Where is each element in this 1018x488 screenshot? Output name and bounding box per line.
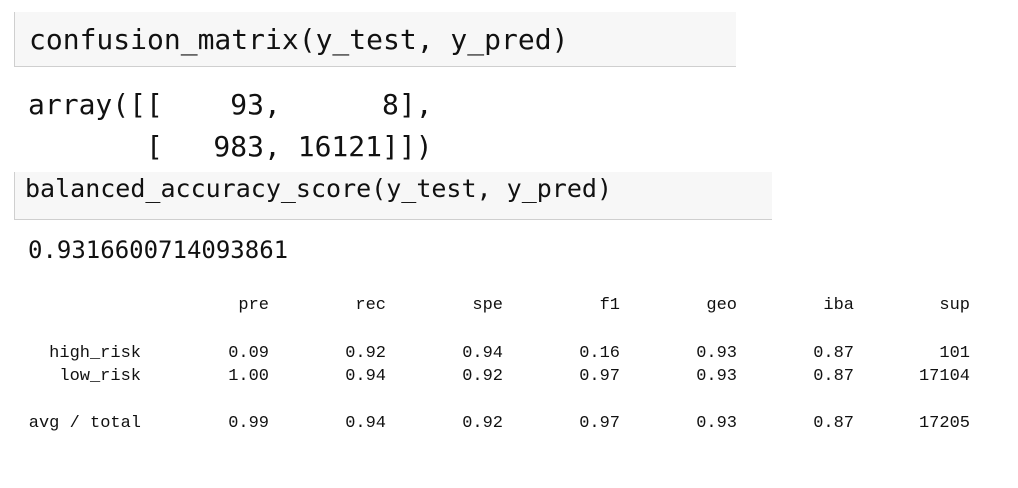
code-cell-input-balanced-accuracy[interactable]: balanced_accuracy_score(y_test, y_pred) <box>14 172 772 220</box>
code-text: confusion_matrix(y_test, y_pred) <box>29 23 569 56</box>
report-cell: 0.94 <box>345 414 386 433</box>
classification-report: pre rec spe f1 geo iba sup high_risk 0.0… <box>0 290 1018 450</box>
report-cell: 0.99 <box>228 414 269 433</box>
report-cell: 0.09 <box>228 344 269 363</box>
report-cell: 101 <box>939 344 970 363</box>
report-header-sup: sup <box>939 296 970 315</box>
output-line: array([[ 93, 8], <box>28 88 433 121</box>
report-row-label: high_risk <box>49 344 141 363</box>
report-row-label: avg / total <box>28 414 141 433</box>
report-cell: 17205 <box>918 414 970 433</box>
report-cell: 0.93 <box>696 414 737 433</box>
report-cell: 0.97 <box>579 367 620 386</box>
report-cell: 0.93 <box>696 367 737 386</box>
output-line: [ 983, 16121]]) <box>28 130 433 163</box>
report-header-rec: rec <box>355 296 386 315</box>
report-cell: 0.93 <box>696 344 737 363</box>
report-cell: 0.92 <box>462 414 503 433</box>
report-cell: 17104 <box>918 367 970 386</box>
report-cell: 0.16 <box>579 344 620 363</box>
code-cell-input-confusion-matrix[interactable]: confusion_matrix(y_test, y_pred) <box>14 12 736 67</box>
report-cell: 0.92 <box>345 344 386 363</box>
report-header-pre: pre <box>238 296 269 315</box>
report-cell: 0.94 <box>345 367 386 386</box>
cell-output-confusion-matrix: array([[ 93, 8], [ 983, 16121]]) <box>28 84 433 168</box>
code-text: balanced_accuracy_score(y_test, y_pred) <box>25 174 612 203</box>
report-cell: 0.97 <box>579 414 620 433</box>
report-row-label: low_risk <box>59 367 141 386</box>
report-cell: 0.87 <box>813 367 854 386</box>
report-header-spe: spe <box>472 296 503 315</box>
report-header-iba: iba <box>823 296 854 315</box>
cell-output-balanced-accuracy: 0.9316600714093861 <box>28 236 289 264</box>
report-cell: 0.87 <box>813 414 854 433</box>
report-cell: 0.87 <box>813 344 854 363</box>
report-cell: 1.00 <box>228 367 269 386</box>
report-header-geo: geo <box>706 296 737 315</box>
report-cell: 0.92 <box>462 367 503 386</box>
report-header-f1: f1 <box>599 296 620 315</box>
report-cell: 0.94 <box>462 344 503 363</box>
